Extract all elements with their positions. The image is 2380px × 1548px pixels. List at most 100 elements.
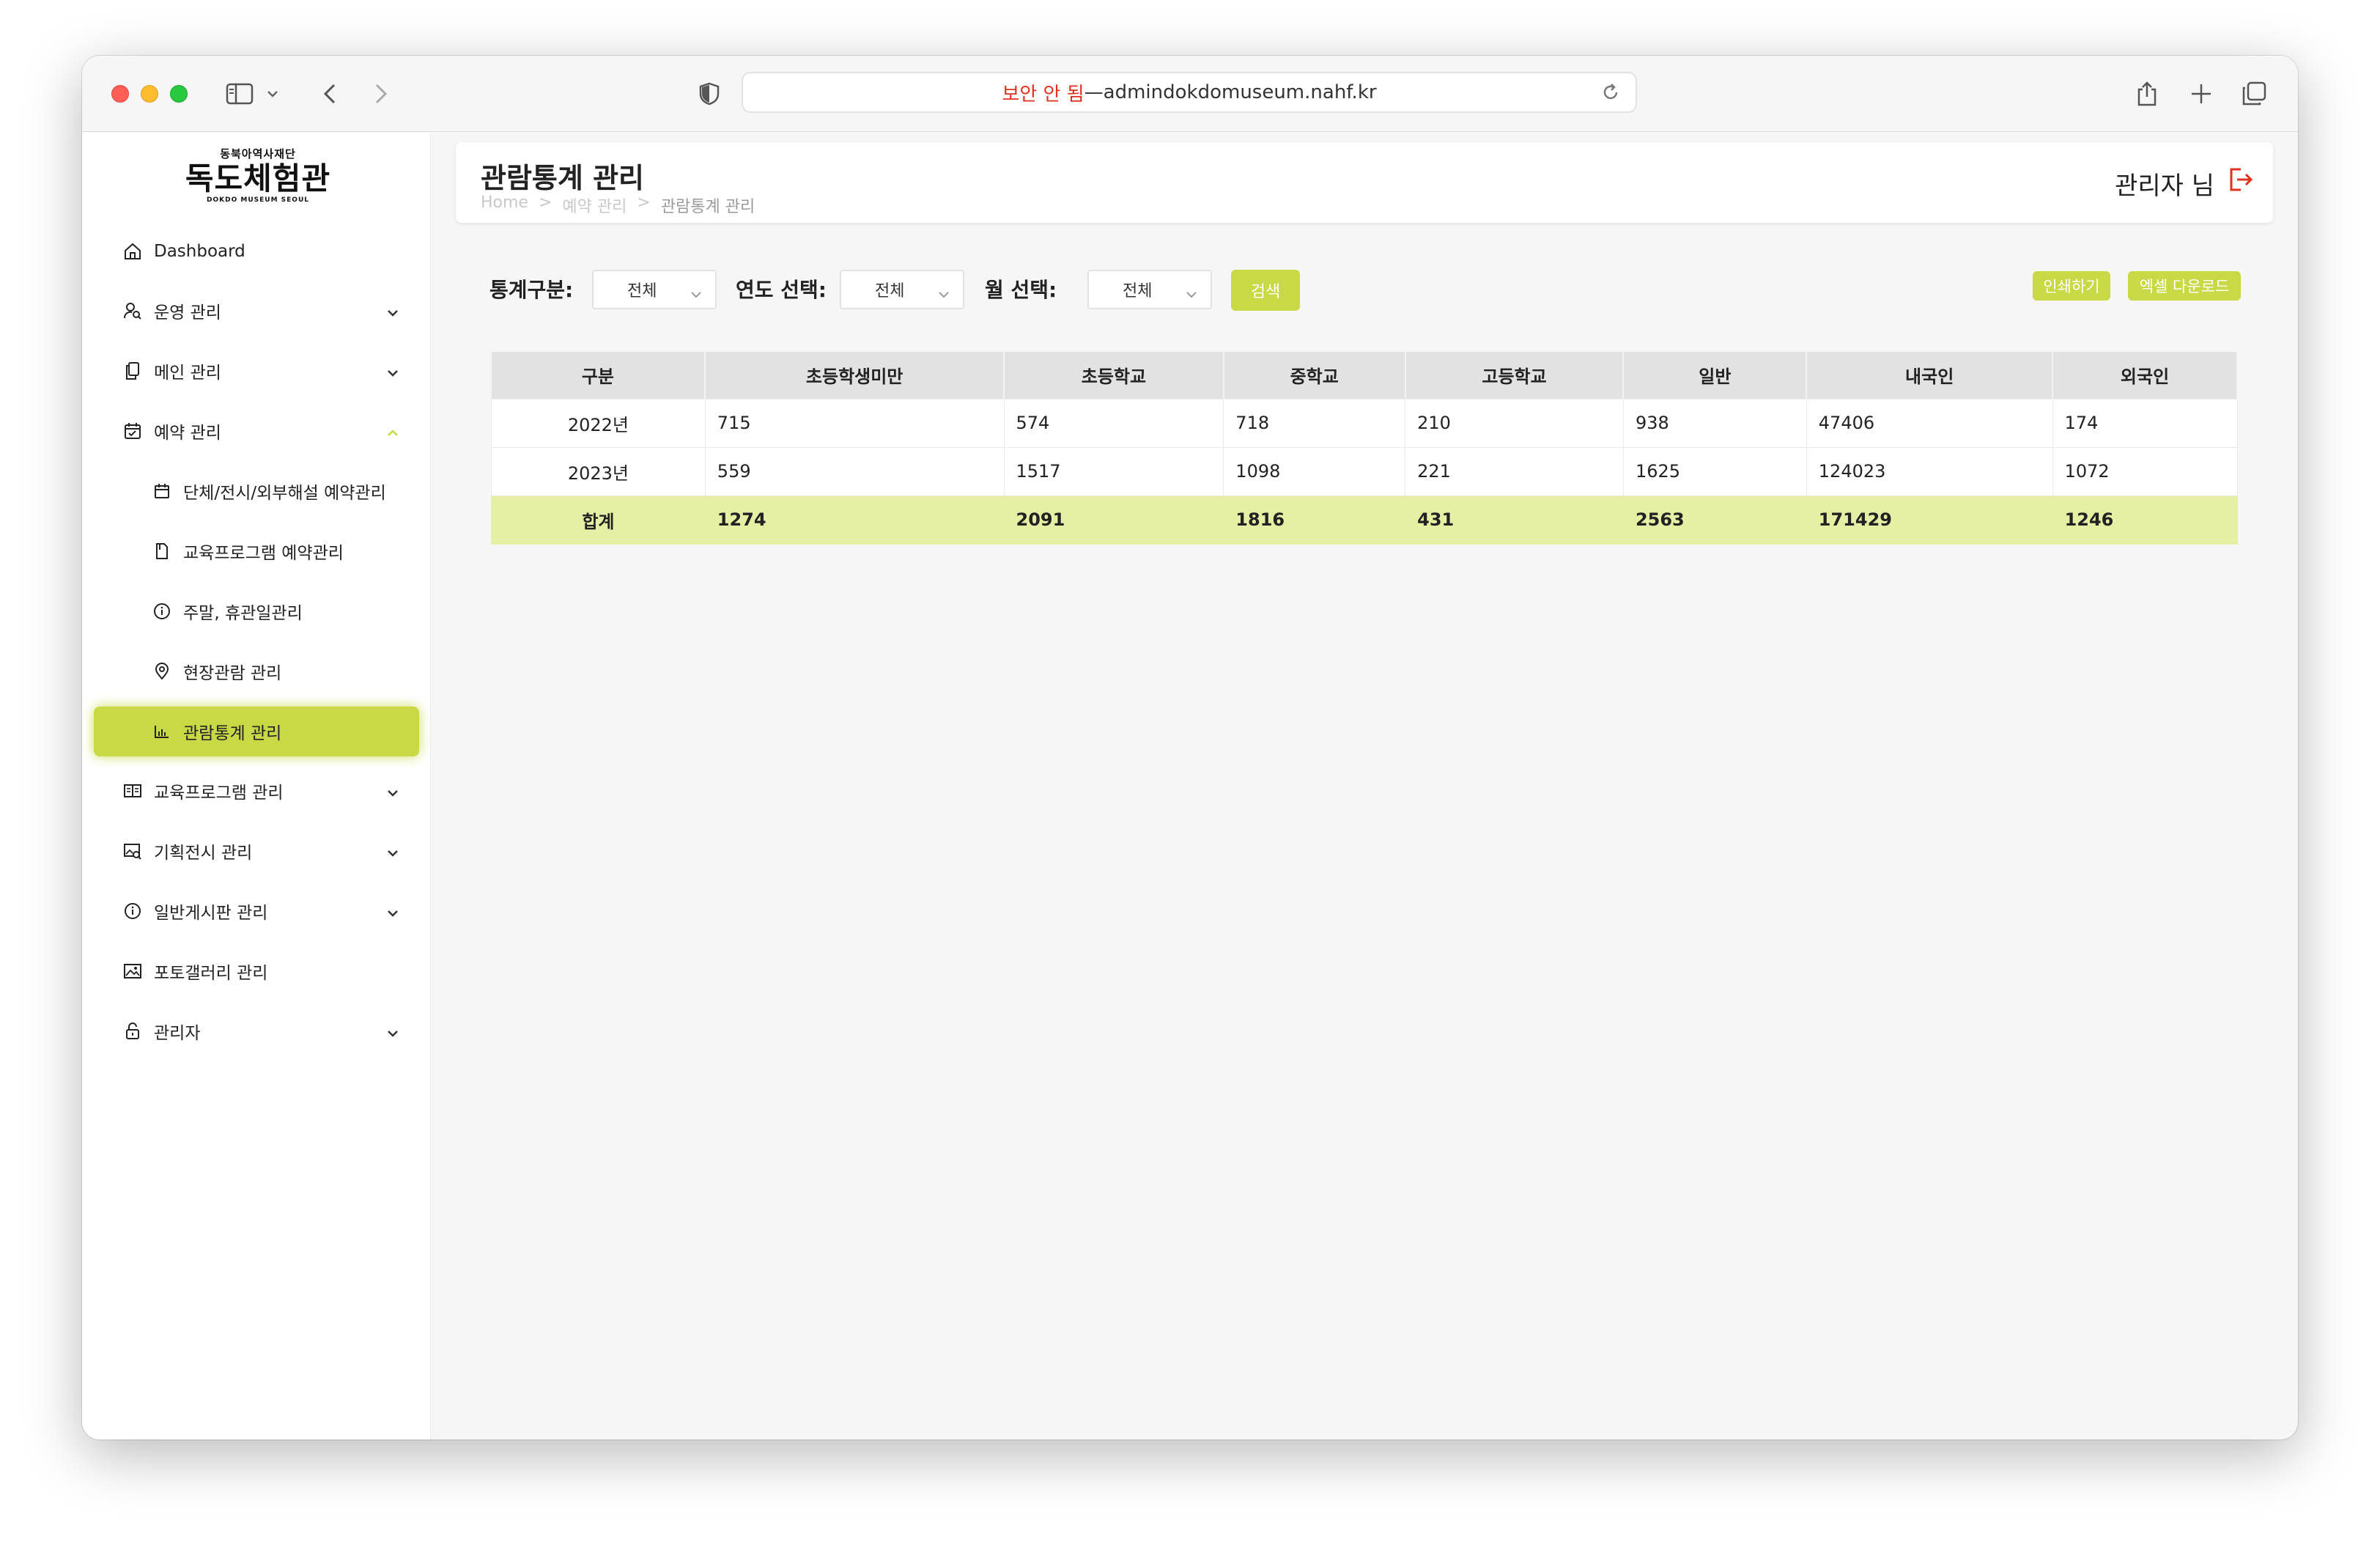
logout-icon[interactable] [2229,167,2254,195]
sidebar-item-education-reservation[interactable]: 교육프로그램 예약관리 [94,526,419,576]
breadcrumb-home[interactable]: Home [481,194,528,217]
table-cell: 559 [704,446,1005,496]
back-arrow-icon[interactable] [315,76,344,111]
column-header: 중학교 [1223,352,1406,399]
new-tab-icon[interactable] [2187,76,2216,111]
sidebar-item-onsite-visit[interactable]: 현장관람 관리 [94,646,419,696]
table-cell: 2023년 [491,446,706,496]
chevron-down-icon[interactable] [264,76,281,111]
column-header: 초등학생미만 [705,352,1005,399]
table-cell: 221 [1405,446,1624,496]
sidebar-item-label: Dashboard [154,242,245,261]
document-icon [151,540,173,562]
chevron-down-icon [938,284,950,303]
image-icon [122,960,144,982]
breadcrumb-reservation[interactable]: 예약 관리 [562,194,627,217]
minimize-window-button[interactable] [141,85,158,103]
stat-type-value: 전체 [627,282,657,301]
copy-icon [122,360,144,382]
bar-chart-icon [151,720,173,742]
chevron-down-icon [1186,284,1197,303]
column-header: 내국인 [1806,352,2054,399]
excel-download-button[interactable]: 엑셀 다운로드 [2128,271,2241,301]
stat-type-label: 통계구분: [489,278,574,302]
sidebar-item-operations[interactable]: 운영 관리 [94,286,419,336]
sidebar: 동북아역사재단 독도체험관 DOKDO MUSEUM SEOUL Dashboa… [82,133,431,1440]
sidebar-item-photo-gallery[interactable]: 포토갤러리 관리 [94,946,419,996]
close-window-button[interactable] [111,85,129,103]
column-header: 고등학교 [1405,352,1625,399]
stat-type-select[interactable]: 전체 [592,270,717,309]
table-header-row: 구분 초등학생미만 초등학교 중학교 고등학교 일반 내국인 외국인 [491,352,2238,399]
chevron-down-icon [387,842,399,861]
sidebar-item-label: 주말, 휴관일관리 [183,604,303,623]
month-select-value: 전체 [1123,282,1153,301]
table-cell: 174 [2052,398,2238,448]
sidebar-item-dashboard[interactable]: Dashboard [94,226,419,276]
print-button[interactable]: 인쇄하기 [2033,271,2110,301]
table-cell: 1625 [1622,446,1807,496]
sidebar-item-label: 관리자 [154,1024,201,1043]
column-header: 외국인 [2052,352,2238,399]
logo-subtitle: DOKDO MUSEUM SEOUL [207,196,309,204]
logo[interactable]: 동북아역사재단 독도체험관 DOKDO MUSEUM SEOUL [185,146,331,204]
table-cell: 1816 [1223,495,1406,545]
browser-window: 보안 안 됨 — admindokdomuseum.nahf.kr 동북아역사재… [82,56,2298,1440]
sidebar-item-label: 운영 관리 [154,303,221,322]
sidebar-item-main[interactable]: 메인 관리 [94,346,419,396]
sidebar-item-label: 현장관람 관리 [183,664,282,683]
sidebar-item-label: 예약 관리 [154,424,221,443]
month-select[interactable]: 전체 [1087,270,1212,309]
sidebar-toggle-icon[interactable] [223,76,256,111]
month-select-label: 월 선택: [985,278,1057,302]
book-icon [122,780,144,802]
breadcrumb: Home > 예약 관리 > 관람통계 관리 [481,194,755,217]
breadcrumb-separator: > [538,194,552,212]
sidebar-item-label: 일반게시판 관리 [154,904,268,923]
sidebar-item-label: 교육프로그램 예약관리 [183,544,344,563]
info-icon [151,600,173,622]
sidebar-item-holidays[interactable]: 주말, 휴관일관리 [94,586,419,636]
chevron-down-icon [387,1022,399,1042]
table-total-row: 합계 1274 2091 1816 431 2563 171429 1246 [491,495,2238,545]
chevron-up-icon [387,422,399,441]
share-icon[interactable] [2132,76,2162,111]
location-pin-icon [151,660,173,682]
page-header: 관람통계 관리 Home > 예약 관리 > 관람통계 관리 관리자 님 [456,142,2273,223]
address-separator: — [1084,81,1104,103]
sidebar-item-visit-statistics[interactable]: 관람통계 관리 [94,707,419,756]
sidebar-item-general-board[interactable]: 일반게시판 관리 [94,886,419,936]
sidebar-item-admin[interactable]: 관리자 [94,1006,419,1056]
table-cell: 124023 [1806,446,2053,496]
maximize-window-button[interactable] [170,85,188,103]
sidebar-item-group-reservation[interactable]: 단체/전시/외부해설 예약관리 [94,466,419,516]
calendar-icon [151,480,173,502]
calendar-icon [122,420,144,442]
table-cell: 574 [1003,398,1224,448]
sidebar-item-label: 기획전시 관리 [154,844,253,863]
column-header: 일반 [1623,352,1808,399]
chevron-down-icon [387,302,399,321]
tab-overview-icon[interactable] [2239,76,2269,111]
sidebar-item-education-program[interactable]: 교육프로그램 관리 [94,766,419,816]
info-icon [122,900,144,922]
search-button[interactable]: 검색 [1231,270,1300,311]
breadcrumb-current: 관람통계 관리 [660,198,755,216]
address-domain: admindokdomuseum.nahf.kr [1103,81,1377,103]
table-row: 2023년 559 1517 1098 221 1625 124023 1072 [491,446,2238,496]
year-select[interactable]: 전체 [840,270,964,309]
forward-arrow-icon[interactable] [366,76,396,111]
sidebar-item-special-exhibition[interactable]: 기획전시 관리 [94,826,419,876]
admin-name: 관리자 님 [2115,172,2214,201]
sidebar-item-label: 메인 관리 [154,364,221,383]
chevron-down-icon [387,902,399,921]
home-icon [122,240,144,262]
table-cell: 1517 [1003,446,1224,496]
privacy-shield-icon[interactable] [695,76,724,111]
table-cell: 1098 [1223,446,1406,496]
address-bar[interactable]: 보안 안 됨 — admindokdomuseum.nahf.kr [742,72,1637,113]
image-search-icon [122,840,144,862]
reload-icon[interactable] [1600,82,1621,108]
column-header: 초등학교 [1004,352,1224,399]
sidebar-item-reservation[interactable]: 예약 관리 [94,406,419,456]
